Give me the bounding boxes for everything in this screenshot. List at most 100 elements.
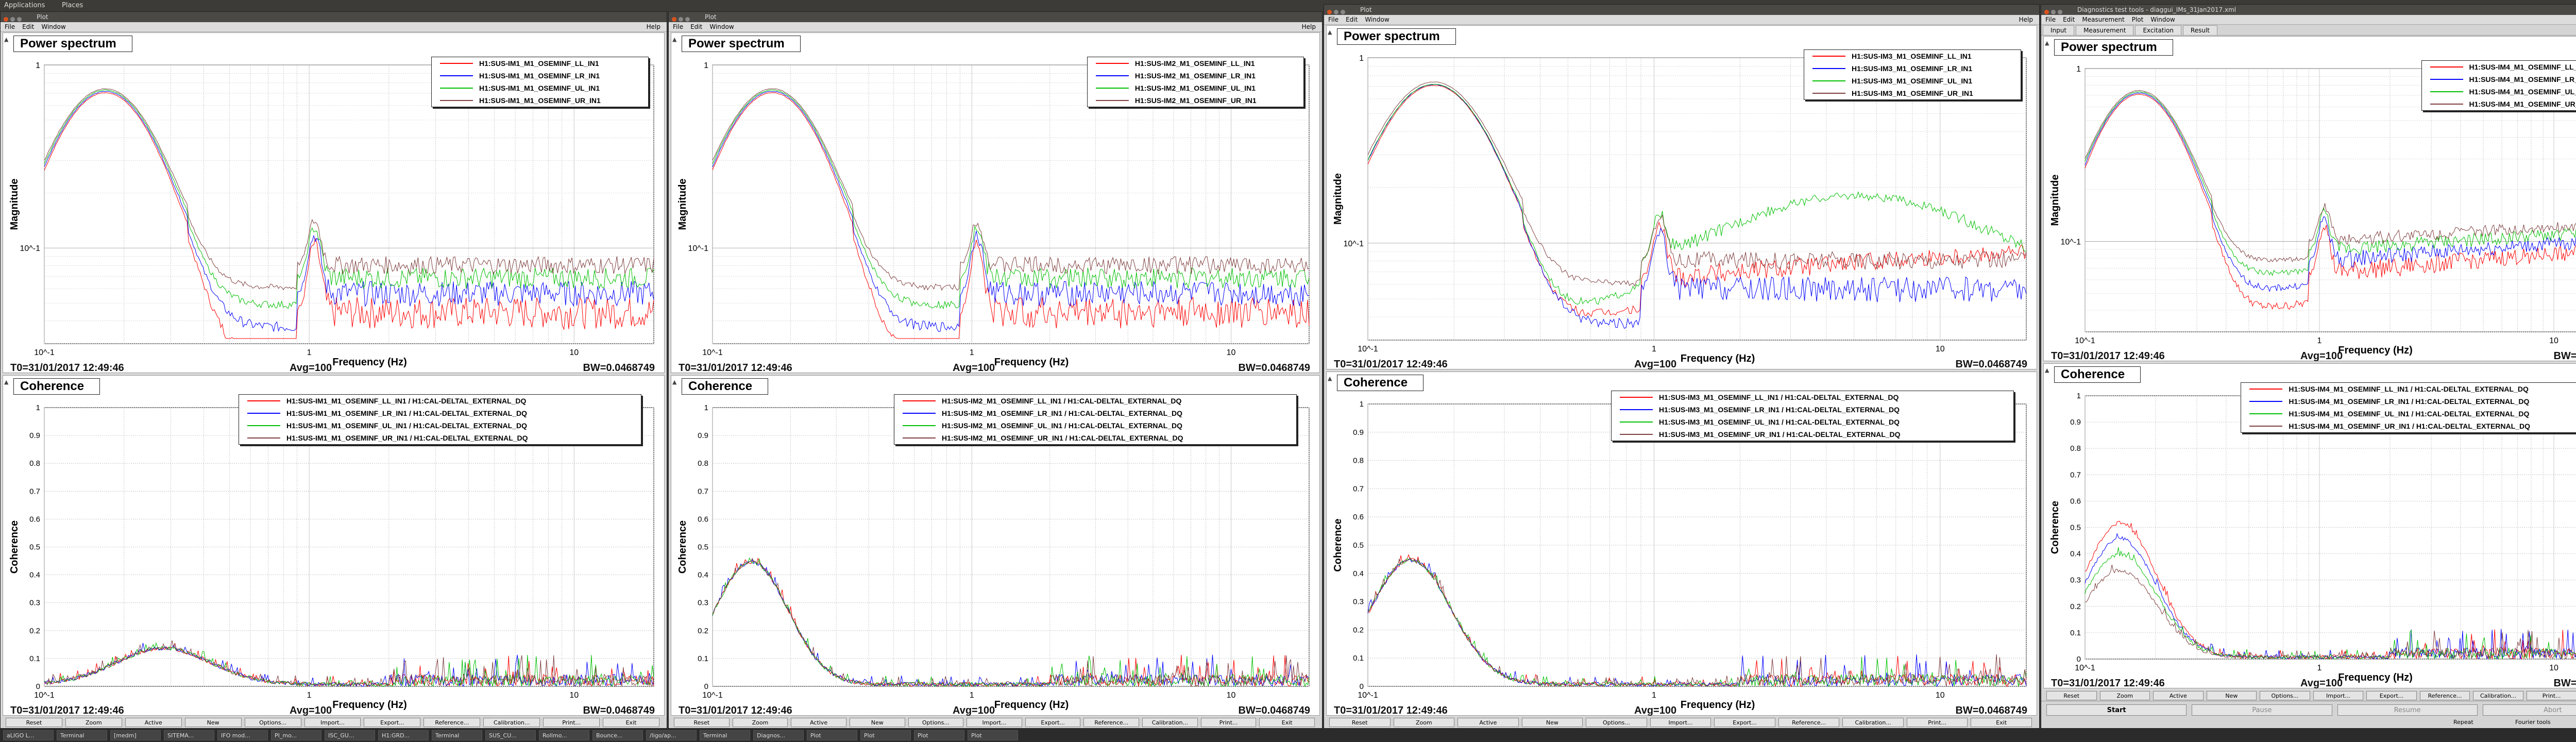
taskbar-item[interactable]: Plot <box>807 730 857 740</box>
maximize-icon[interactable] <box>685 17 690 22</box>
reset-button[interactable]: Reset <box>6 718 62 727</box>
menu-help[interactable]: Help <box>1302 22 1316 31</box>
menu-window[interactable]: Window <box>709 23 734 30</box>
taskbar-item[interactable]: Rollmo... <box>539 730 589 740</box>
new-button[interactable]: New <box>184 718 242 727</box>
calibration-button[interactable]: Calibration... <box>1842 718 1904 727</box>
menu-edit[interactable]: Edit <box>2063 16 2075 23</box>
print-button[interactable]: Print... <box>1906 718 1968 727</box>
resume-button[interactable]: Resume <box>2337 704 2478 716</box>
tab-result[interactable]: Result <box>2182 25 2217 35</box>
minimize-icon[interactable] <box>1334 10 1338 14</box>
expand-icon[interactable]: ▲ <box>4 379 8 385</box>
active-button[interactable]: Active <box>1458 718 1519 727</box>
exit-button[interactable]: Exit <box>1971 718 2032 727</box>
print-button[interactable]: Print... <box>543 718 600 727</box>
zoom-button[interactable]: Zoom <box>65 718 122 727</box>
options-button[interactable]: Options... <box>244 718 301 727</box>
import-button[interactable]: Import... <box>2313 691 2364 700</box>
menu-edit[interactable]: Edit <box>690 23 702 30</box>
close-icon[interactable] <box>4 17 8 22</box>
menu-file[interactable]: File <box>5 23 15 30</box>
expand-icon[interactable]: ▲ <box>4 36 8 43</box>
close-icon[interactable] <box>1327 10 1332 14</box>
reference-button[interactable]: Reference... <box>423 718 481 727</box>
taskbar-item[interactable]: Bounce... <box>592 730 643 740</box>
taskbar-item[interactable]: Plot <box>968 730 1018 740</box>
tab-input[interactable]: Input <box>2043 25 2075 35</box>
maximize-icon[interactable] <box>1341 10 1345 14</box>
print-button[interactable]: Print... <box>1200 718 1257 727</box>
import-button[interactable]: Import... <box>1650 718 1711 727</box>
expand-icon[interactable]: ▲ <box>2045 367 2049 374</box>
reference-button[interactable]: Reference... <box>1083 718 1140 727</box>
taskbar-item[interactable]: Plot <box>860 730 911 740</box>
print-button[interactable]: Print... <box>2526 691 2576 700</box>
close-icon[interactable] <box>2044 10 2049 14</box>
minimize-icon[interactable] <box>2051 10 2056 14</box>
reference-button[interactable]: Reference... <box>1778 718 1840 727</box>
taskbar-item[interactable]: aLIGO L... <box>3 730 54 740</box>
taskbar-item[interactable]: SUS_CU... <box>485 730 536 740</box>
active-button[interactable]: Active <box>791 718 846 727</box>
reference-button[interactable]: Reference... <box>2419 691 2470 700</box>
zoom-button[interactable]: Zoom <box>732 718 788 727</box>
expand-icon[interactable]: ▲ <box>2045 40 2049 46</box>
export-button[interactable]: Export... <box>364 718 421 727</box>
menu-edit[interactable]: Edit <box>1346 16 1358 23</box>
active-button[interactable]: Active <box>125 718 182 727</box>
menu-file[interactable]: File <box>673 23 683 30</box>
calibration-button[interactable]: Calibration... <box>483 718 540 727</box>
applications-menu[interactable]: Applications <box>4 2 45 9</box>
maximize-icon[interactable] <box>2058 10 2062 14</box>
menu-file[interactable]: File <box>1328 16 1338 23</box>
export-button[interactable]: Export... <box>2366 691 2417 700</box>
tab-excitation[interactable]: Excitation <box>2135 25 2181 35</box>
taskbar-item[interactable]: Plot <box>914 730 964 740</box>
zoom-button[interactable]: Zoom <box>1393 718 1455 727</box>
expand-icon[interactable]: ▲ <box>672 379 676 385</box>
start-button[interactable]: Start <box>2046 704 2187 716</box>
pause-button[interactable]: Pause <box>2192 704 2332 716</box>
import-button[interactable]: Import... <box>967 718 1022 727</box>
expand-icon[interactable]: ▲ <box>1328 375 1332 382</box>
new-button[interactable]: New <box>1521 718 1583 727</box>
places-menu[interactable]: Places <box>62 2 83 9</box>
new-button[interactable]: New <box>849 718 905 727</box>
menu-help[interactable]: Help <box>2019 15 2033 24</box>
menu-file[interactable]: File <box>2045 16 2056 23</box>
reset-button[interactable]: Reset <box>2046 691 2097 700</box>
taskbar-item[interactable]: ISC_GU... <box>325 730 375 740</box>
calibration-button[interactable]: Calibration... <box>2473 691 2523 700</box>
menu-measurement[interactable]: Measurement <box>2082 16 2124 23</box>
options-button[interactable]: Options... <box>908 718 964 727</box>
taskbar-item[interactable]: [medm] <box>110 730 161 740</box>
taskbar-item[interactable]: /ligo/ap... <box>646 730 697 740</box>
export-button[interactable]: Export... <box>1714 718 1775 727</box>
reset-button[interactable]: Reset <box>674 718 730 727</box>
menu-plot[interactable]: Plot <box>2132 16 2144 23</box>
reset-button[interactable]: Reset <box>1329 718 1391 727</box>
minimize-icon[interactable] <box>10 17 15 22</box>
close-icon[interactable] <box>672 17 676 22</box>
options-button[interactable]: Options... <box>1586 718 1647 727</box>
export-button[interactable]: Export... <box>1025 718 1081 727</box>
abort-button[interactable]: Abort <box>2482 704 2576 716</box>
menu-help[interactable]: Help <box>647 22 660 31</box>
import-button[interactable]: Import... <box>304 718 361 727</box>
expand-icon[interactable]: ▲ <box>1328 29 1332 36</box>
menu-edit[interactable]: Edit <box>22 23 34 30</box>
menu-window[interactable]: Window <box>2150 16 2175 23</box>
taskbar-item[interactable]: PI_mo... <box>271 730 321 740</box>
active-button[interactable]: Active <box>2153 691 2204 700</box>
exit-button[interactable]: Exit <box>603 718 659 727</box>
taskbar-item[interactable]: Terminal <box>57 730 107 740</box>
calibration-button[interactable]: Calibration... <box>1142 718 1198 727</box>
taskbar-item[interactable]: Terminal <box>432 730 482 740</box>
menu-window[interactable]: Window <box>41 23 65 30</box>
taskbar-item[interactable]: SITEMA... <box>164 730 214 740</box>
taskbar-item[interactable]: H1:GRD... <box>378 730 429 740</box>
zoom-button[interactable]: Zoom <box>2099 691 2150 700</box>
menu-window[interactable]: Window <box>1365 16 1389 23</box>
taskbar-item[interactable]: Terminal <box>700 730 750 740</box>
